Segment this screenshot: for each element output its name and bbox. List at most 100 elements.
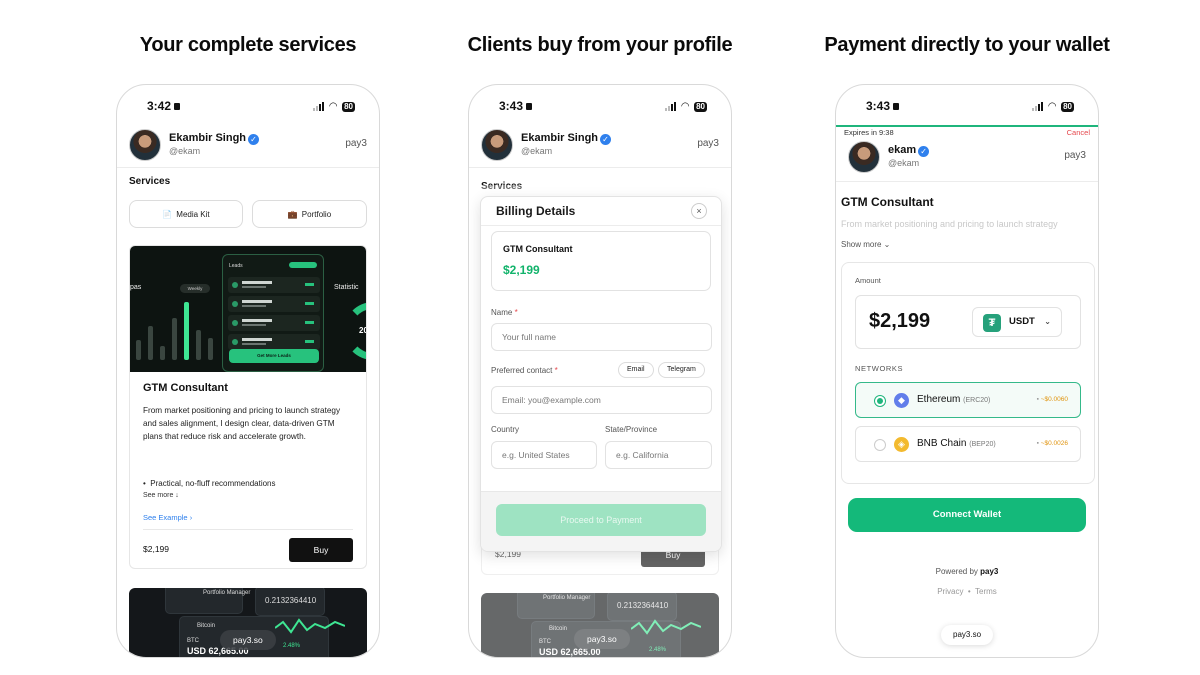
heading-services: Your complete services <box>139 34 357 56</box>
gas-icon: ▪ <box>1036 396 1039 403</box>
contact-email-chip[interactable]: Email <box>618 362 654 378</box>
verified-icon: ✓ <box>248 134 260 145</box>
proceed-to-payment-button[interactable]: Proceed to Payment <box>496 504 706 536</box>
billing-footer: Proceed to Payment <box>481 491 721 551</box>
bnb-icon: ◈ <box>894 437 909 452</box>
service-price: $2,199 <box>143 544 169 554</box>
service-name: GTM Consultant <box>503 244 573 254</box>
status-time: 3:43 <box>499 99 533 113</box>
divider <box>836 181 1098 182</box>
service-card-image: pas Weekly Leads Get More Leads Statisti… <box>130 246 366 372</box>
status-time: 3:42 <box>147 99 181 113</box>
media-kit-button[interactable]: 📄 Media Kit <box>129 200 243 228</box>
amount-box: $2,199 ₮ USDT ⌄ <box>855 295 1081 349</box>
signal-icon <box>1032 102 1044 111</box>
chevron-right-icon: › <box>189 513 193 522</box>
profile-name: Ekambir Singh ✓ <box>169 132 260 145</box>
service-title: GTM Consultant <box>143 382 228 394</box>
avatar[interactable] <box>129 129 161 161</box>
radio-unselected[interactable] <box>874 439 886 451</box>
contact-telegram-chip[interactable]: Telegram <box>658 362 705 378</box>
ethereum-icon: ◆ <box>894 393 909 408</box>
service-description: From market positioning and pricing to l… <box>143 406 341 441</box>
email-field[interactable]: Email: you@example.com <box>491 386 712 414</box>
pay3-pill[interactable]: pay3.so <box>220 630 276 650</box>
radio-selected[interactable] <box>874 395 886 407</box>
profile-name: Ekambir Singh ✓ <box>521 132 612 145</box>
tether-icon: ₮ <box>983 314 1001 332</box>
connect-wallet-button[interactable]: Connect Wallet <box>848 498 1086 532</box>
close-icon[interactable]: × <box>691 203 707 219</box>
country-field[interactable]: e.g. United States <box>491 441 597 469</box>
networks-label: NETWORKS <box>855 364 904 373</box>
expiry-progress-bar <box>836 125 1098 127</box>
profile-handle: @ekam <box>521 146 553 156</box>
dash-weekly-chip: Weekly <box>180 284 210 293</box>
profile-header: ekam ✓ @ekam pay3 <box>848 141 1086 177</box>
profile-handle: @ekam <box>169 146 201 156</box>
pay3-pill[interactable]: pay3.so <box>941 625 994 645</box>
show-more-link[interactable]: Show more ⌄ <box>841 240 890 249</box>
state-label: State/Province <box>605 425 658 434</box>
divider <box>117 167 379 168</box>
divider <box>469 167 731 168</box>
stat-ring: 20 <box>344 302 366 360</box>
dash-label: pas <box>130 284 142 291</box>
profile-name: ekam ✓ <box>888 144 930 157</box>
status-bar: 3:43 ◠ 80 <box>469 99 731 115</box>
name-label: Name * <box>491 308 518 317</box>
briefcase-icon: 💼 <box>287 209 298 219</box>
token-select[interactable]: ₮ USDT ⌄ <box>972 307 1062 337</box>
service-bullet: • Practical, no-fluff recommendations <box>143 479 276 488</box>
wifi-icon: ◠ <box>681 101 690 112</box>
brand-logo[interactable]: pay3 <box>697 138 719 149</box>
leads-panel: Leads Get More Leads <box>222 254 324 372</box>
buy-button[interactable]: Buy <box>289 538 353 562</box>
service-description: From market positioning and pricing to l… <box>841 219 1058 229</box>
state-field[interactable]: e.g. California <box>605 441 712 469</box>
brand-logo[interactable]: pay3 <box>1064 150 1086 161</box>
see-more-link[interactable]: See more ↓ <box>143 492 179 499</box>
chevron-down-icon: ⌄ <box>1044 317 1051 326</box>
services-title: Services <box>129 176 171 187</box>
lock-icon <box>174 103 181 110</box>
service-title: GTM Consultant <box>841 195 934 209</box>
heading-clients: Clients buy from your profile <box>467 34 733 56</box>
wifi-icon: ◠ <box>329 101 338 112</box>
terms-link[interactable]: Terms <box>975 587 997 596</box>
lock-icon <box>526 103 533 110</box>
lock-icon <box>893 103 900 110</box>
phone-payment: 3:43 ◠ 80 Expires in 9:38 Cancel ekam ✓ @… <box>835 84 1099 658</box>
see-example-link[interactable]: See Example › <box>143 513 192 522</box>
wifi-icon: ◠ <box>1048 101 1057 112</box>
portfolio-button[interactable]: 💼 Portfolio <box>252 200 367 228</box>
gas-icon: ▪ <box>1036 440 1039 447</box>
service-summary: GTM Consultant $2,199 <box>491 231 711 291</box>
billing-modal: Billing Details × GTM Consultant $2,199 … <box>480 196 722 552</box>
brand-logo[interactable]: pay3 <box>345 138 367 149</box>
heading-payment: Payment directly to your wallet <box>824 34 1110 56</box>
status-time: 3:43 <box>866 99 900 113</box>
network-option-bnb[interactable]: ◈ BNB Chain (BEP20) ▪ ~$0.0026 <box>855 426 1081 462</box>
name-field[interactable]: Your full name <box>491 323 712 351</box>
billing-title: Billing Details <box>496 204 576 218</box>
privacy-link[interactable]: Privacy <box>937 587 963 596</box>
status-bar: 3:43 ◠ 80 <box>836 99 1098 115</box>
powered-by: Powered by pay3 <box>935 567 999 576</box>
service-card[interactable]: pas Weekly Leads Get More Leads Statisti… <box>129 245 367 569</box>
document-icon: 📄 <box>162 209 173 219</box>
cancel-link[interactable]: Cancel <box>1067 128 1090 137</box>
get-more-leads-label: Get More Leads <box>229 349 319 363</box>
verified-icon: ✓ <box>600 134 612 145</box>
signal-icon <box>313 102 325 111</box>
payment-panel: Amount $2,199 ₮ USDT ⌄ NETWORKS ◆ Ethere… <box>841 262 1095 484</box>
phone-billing: 3:43 ◠ 80 Ekambir Singh ✓ @ekam pay3 Serv… <box>468 84 732 658</box>
avatar[interactable] <box>481 129 513 161</box>
status-bar: 3:42 ◠ 80 <box>117 99 379 115</box>
amount-label: Amount <box>855 276 881 285</box>
avatar[interactable] <box>848 141 880 173</box>
signal-icon <box>665 102 677 111</box>
network-option-ethereum[interactable]: ◆ Ethereum (ERC20) ▪ ~$0.0060 <box>855 382 1081 418</box>
country-label: Country <box>491 425 520 434</box>
battery-icon: 80 <box>342 101 355 112</box>
